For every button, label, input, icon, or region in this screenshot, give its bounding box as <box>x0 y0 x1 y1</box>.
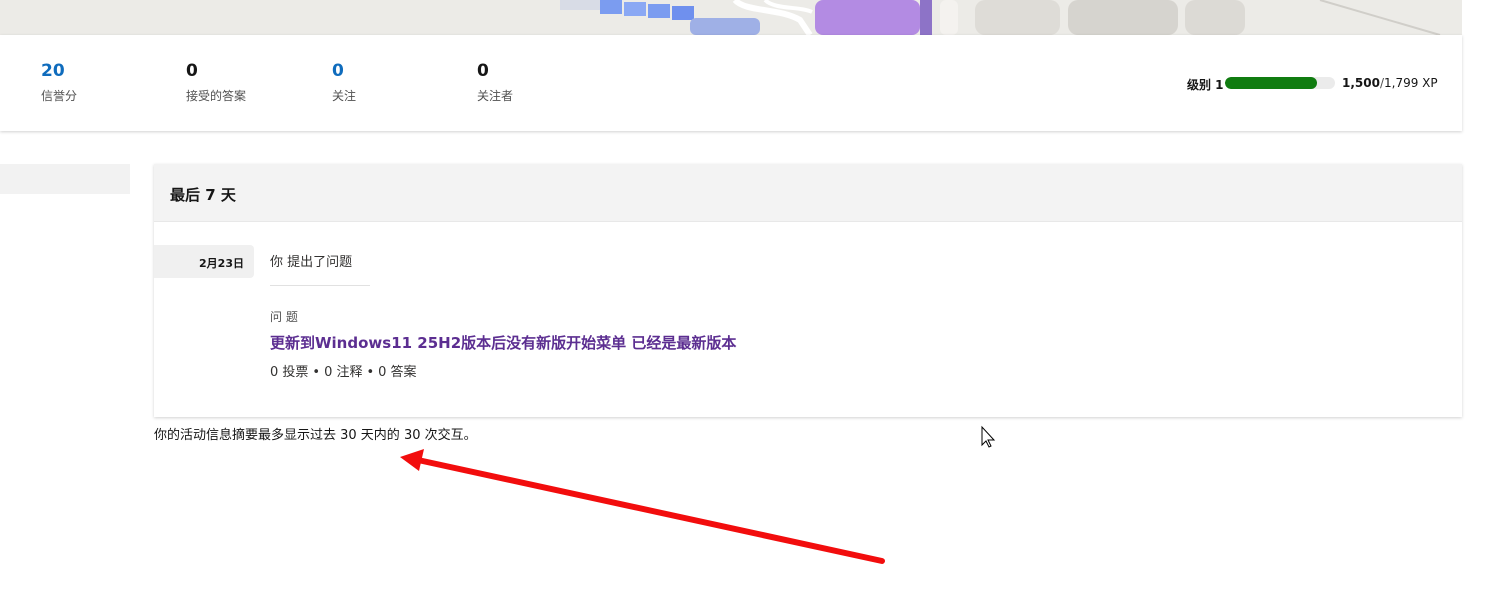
activity-item-type: 问 题 <box>270 310 298 324</box>
question-votes: 0 投票 <box>270 365 309 380</box>
activity-divider <box>270 285 370 286</box>
level-label: 级别 1 <box>1187 78 1224 92</box>
sidebar-panel-header <box>0 164 130 194</box>
profile-stats-card: 20 信誉分 0 接受的答案 0 关注 0 关注者 级别 1 1,500/1,7… <box>0 35 1462 131</box>
stat-reputation-label: 信誉分 <box>41 89 78 103</box>
stat-reputation-value: 20 <box>41 61 65 81</box>
question-comments: 0 注释 <box>324 365 363 380</box>
question-answers: 0 答案 <box>378 365 417 380</box>
xp-progress-track <box>1225 77 1335 89</box>
stat-following-value: 0 <box>332 61 344 81</box>
question-title-link[interactable]: 更新到Windows11 25H2版本后没有新版开始菜单 已经是最新版本 <box>270 332 736 353</box>
red-arrow-annotation <box>400 449 885 564</box>
question-meta: 0 投票 • 0 注释 • 0 答案 <box>270 361 417 380</box>
xp-text: 1,500/1,799 XP <box>1342 76 1438 90</box>
stat-followers: 0 关注者 <box>477 61 513 103</box>
activity-action-text: 你 提出了问题 <box>270 255 353 270</box>
xp-current: 1,500 <box>1342 76 1380 90</box>
xp-max: 1,799 XP <box>1384 76 1438 90</box>
stat-reputation[interactable]: 20 信誉分 <box>41 61 77 103</box>
xp-progress-fill <box>1225 77 1317 89</box>
activity-date-badge: 2月23日 <box>154 245 254 278</box>
activity-card: 最后 7 天 2月23日 你 提出了问题 问 题 更新到Windows11 25… <box>154 164 1462 417</box>
profile-banner-image <box>0 0 1462 35</box>
stat-accepted-answers-value: 0 <box>186 61 198 81</box>
stat-followers-label: 关注者 <box>477 89 514 103</box>
stat-followers-value: 0 <box>477 61 489 81</box>
stat-following-label: 关注 <box>332 89 357 103</box>
activity-card-header: 最后 7 天 <box>154 164 1462 222</box>
activity-date: 2月23日 <box>199 257 244 270</box>
activity-period-title: 最后 7 天 <box>170 186 236 204</box>
meta-separator-dot: • <box>312 365 321 380</box>
stat-accepted-answers-label: 接受的答案 <box>186 89 247 103</box>
stat-following[interactable]: 0 关注 <box>332 61 356 103</box>
mouse-cursor-icon <box>981 425 996 448</box>
meta-separator-dot: • <box>366 365 375 380</box>
activity-footnote: 你的活动信息摘要最多显示过去 30 天内的 30 次交互。 <box>154 428 477 443</box>
stat-accepted-answers: 0 接受的答案 <box>186 61 246 103</box>
